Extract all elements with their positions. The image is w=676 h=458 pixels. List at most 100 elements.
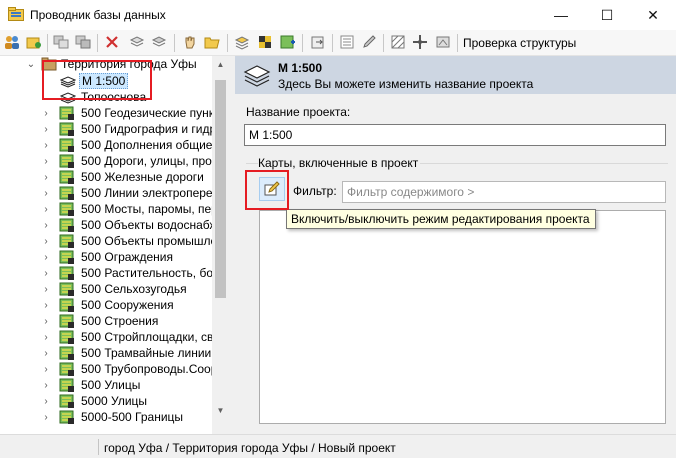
layers-icon [243, 65, 271, 87]
chevron-right-icon[interactable]: › [41, 361, 51, 377]
map-layer-icon [59, 330, 74, 344]
map-layer-icon [59, 202, 74, 216]
chevron-right-icon[interactable]: › [41, 217, 51, 233]
tree-item-map[interactable]: › 500 Сельхозугодья [0, 281, 212, 297]
tree-item-map[interactable]: › 500 Объекты водоснабжения [0, 217, 212, 233]
checker-icon[interactable] [256, 33, 274, 51]
tree-item-map[interactable]: › 500 Строения [0, 313, 212, 329]
chevron-right-icon[interactable]: › [41, 329, 51, 345]
chevron-right-icon[interactable]: › [41, 297, 51, 313]
export-icon[interactable] [309, 33, 327, 51]
folder-open-icon[interactable] [203, 33, 221, 51]
map-layer-icon [59, 362, 74, 376]
users-icon[interactable] [3, 33, 21, 51]
project-name-label: Название проекта: [246, 105, 351, 119]
tree-item-label: 500 Объекты промышленности [81, 234, 212, 248]
map-layer-icon [59, 234, 74, 248]
tree-item-map[interactable]: › 5000-500 Границы [0, 409, 212, 425]
list-icon[interactable] [338, 33, 356, 51]
tree-scrollbar[interactable]: ▲ ▼ [212, 56, 229, 434]
pencil-icon[interactable] [360, 33, 378, 51]
hatch-icon[interactable] [389, 33, 407, 51]
tree-item-map[interactable]: › 500 Стройплощадки, свалки [0, 329, 212, 345]
tree-item-map[interactable]: › 500 Дополнения общие [0, 137, 212, 153]
map-layer-icon [59, 298, 74, 312]
chevron-right-icon[interactable]: › [41, 377, 51, 393]
tree-item-map[interactable]: › 5000 Улицы [0, 393, 212, 409]
tree-item-map[interactable]: › 500 Ограждения [0, 249, 212, 265]
tree-item-label: 500 Мосты, паромы, переправы [81, 202, 212, 216]
tree-item-map[interactable]: › 500 Объекты промышленности [0, 233, 212, 249]
chevron-right-icon[interactable]: › [41, 169, 51, 185]
tree-item-map[interactable]: › 500 Трамвайные линии [0, 345, 212, 361]
chevron-right-icon[interactable]: › [41, 153, 51, 169]
tree-item-label: 500 Объекты водоснабжения [81, 218, 212, 232]
map-layer-icon [59, 218, 74, 232]
chevron-right-icon[interactable]: › [41, 233, 51, 249]
chevron-right-icon[interactable]: › [41, 105, 51, 121]
status-path: город Уфа / Территория города Уфы / Новы… [104, 441, 396, 455]
tree-item-label: 500 Дополнения общие [81, 138, 212, 152]
tree-item-map[interactable]: › 500 Дороги, улицы, проезды [0, 153, 212, 169]
scroll-up-icon[interactable]: ▲ [212, 56, 229, 72]
tree-item-map[interactable]: › 500 Трубопроводы.Сооружения [0, 361, 212, 377]
chevron-right-icon[interactable]: › [41, 313, 51, 329]
layers-link-icon[interactable] [150, 33, 168, 51]
copy-layer-icon[interactable] [52, 33, 70, 51]
details-subtitle: Здесь Вы можете изменить название проект… [278, 77, 534, 91]
map-tool-icon[interactable] [434, 33, 452, 51]
close-button[interactable]: ✕ [630, 0, 676, 30]
filter-input[interactable]: Фильтр содержимого > [342, 181, 666, 203]
maps-list[interactable] [259, 210, 666, 424]
chevron-right-icon[interactable]: › [41, 249, 51, 265]
map-layer-icon [59, 394, 74, 408]
window-title: Проводник базы данных [30, 8, 166, 22]
delete-icon[interactable] [103, 33, 121, 51]
hand-icon[interactable] [181, 33, 199, 51]
project-tree[interactable]: ⌄ Территория города Уфы М 1:500 Топоосно… [0, 56, 212, 434]
tree-item-map[interactable]: › 500 Линии электропередачи [0, 185, 212, 201]
folder-db-icon[interactable] [25, 33, 43, 51]
map-layer-icon [59, 266, 74, 280]
map-layer-icon [59, 378, 74, 392]
map-layer-icon [59, 138, 74, 152]
chevron-right-icon[interactable]: › [41, 137, 51, 153]
map-layer-icon [59, 122, 74, 136]
highlight-tree-selection [42, 60, 152, 100]
chevron-right-icon[interactable]: › [41, 281, 51, 297]
maximize-button[interactable]: ☐ [584, 0, 630, 30]
map-add-icon[interactable] [279, 33, 297, 51]
tree-item-map[interactable]: › 500 Железные дороги [0, 169, 212, 185]
tree-item-label: 500 Линии электропередачи [81, 186, 212, 200]
tree-item-map[interactable]: › 500 Сооружения [0, 297, 212, 313]
map-layer-icon [59, 346, 74, 360]
tree-item-label: 500 Стройплощадки, свалки [81, 330, 212, 344]
details-title: М 1:500 [278, 61, 323, 75]
chevron-right-icon[interactable]: › [41, 393, 51, 409]
tree-item-map[interactable]: › 500 Улицы [0, 377, 212, 393]
tree-item-map[interactable]: › 500 Геодезические пункты [0, 105, 212, 121]
scroll-down-icon[interactable]: ▼ [212, 402, 229, 418]
map-layer-icon [59, 250, 74, 264]
tree-item-label: 500 Дороги, улицы, проезды [81, 154, 212, 168]
minimize-button[interactable]: — [538, 0, 584, 30]
project-name-input[interactable]: М 1:500 [244, 124, 666, 146]
tree-item-map[interactable]: › 500 Мосты, паромы, переправы [0, 201, 212, 217]
scroll-thumb[interactable] [215, 80, 226, 298]
chevron-right-icon[interactable]: › [41, 345, 51, 361]
chevron-right-icon[interactable]: › [41, 409, 51, 425]
check-structure-button[interactable]: Проверка структуры [463, 36, 576, 50]
layers-stack-icon[interactable] [128, 33, 146, 51]
chevron-right-icon[interactable]: › [41, 121, 51, 137]
cross-move-icon[interactable] [411, 33, 429, 51]
map-layer-icon [59, 170, 74, 184]
chevron-right-icon[interactable]: › [41, 201, 51, 217]
chevron-right-icon[interactable]: › [41, 265, 51, 281]
move-layer-icon[interactable] [74, 33, 92, 51]
tree-item-map[interactable]: › 500 Гидрография и гидротехнические соор… [0, 121, 212, 137]
chevron-right-icon[interactable]: › [41, 185, 51, 201]
chevron-down-icon[interactable]: ⌄ [26, 56, 36, 72]
tree-item-map[interactable]: › 500 Растительность, болота [0, 265, 212, 281]
stack-icon[interactable] [233, 33, 251, 51]
tree-item-label: 5000-500 Границы [81, 410, 184, 424]
